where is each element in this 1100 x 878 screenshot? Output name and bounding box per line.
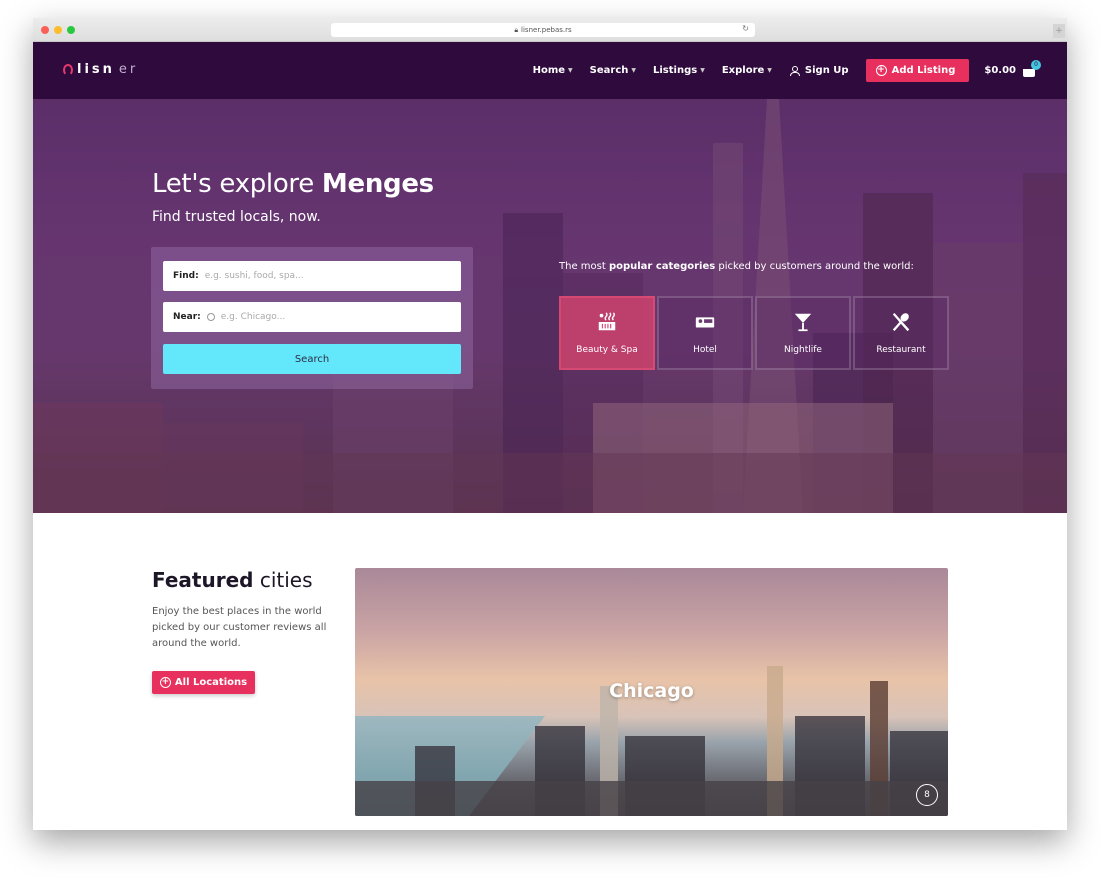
all-locations-label: All Locations (174, 677, 248, 688)
featured-title-rest: cities (253, 568, 313, 592)
new-tab-button[interactable]: + (1053, 24, 1065, 38)
category-restaurant[interactable]: Restaurant (853, 296, 949, 370)
city-listing-count: 8 (916, 784, 938, 806)
featured-description: Enjoy the best places in the world picke… (152, 606, 327, 649)
bed-icon (695, 317, 715, 328)
hero-title: Let's explore Menges (152, 169, 434, 199)
url-text: lisner.pebas.rs (521, 26, 572, 34)
category-list: Beauty & Spa Hotel Nightlife Restaurant (559, 296, 949, 370)
nav-item-listings[interactable]: Listings ▼ (653, 65, 705, 76)
shopping-basket-icon (1023, 69, 1035, 77)
site-logo[interactable]: lisn er (63, 62, 138, 77)
main-nav: Home ▼ Search ▼ Listings ▼ Explore ▼ Sign Up… (516, 59, 1041, 82)
lock-icon: 🔒︎ (514, 25, 519, 34)
near-placeholder: e.g. Chicago... (220, 312, 286, 322)
logo-text-main: lisn (77, 62, 115, 77)
location-icon[interactable] (206, 313, 215, 321)
close-window-button[interactable] (41, 26, 49, 34)
cart-count-badge: 0 (1031, 60, 1041, 70)
city-name: Chicago (609, 680, 694, 702)
city-card-chicago[interactable]: Chicago 8 (355, 568, 948, 816)
near-field[interactable]: Near: e.g. Chicago... (163, 302, 461, 332)
cart-total[interactable]: $0.00 (984, 65, 1016, 76)
all-locations-button[interactable]: + All Locations (152, 671, 255, 694)
logo-mark-icon (63, 63, 73, 76)
near-label: Near: (173, 312, 201, 322)
popular-bold: popular categories (608, 261, 716, 272)
nav-label: Explore (721, 65, 765, 76)
plus-circle-icon: + (159, 677, 171, 688)
spa-icon (598, 312, 616, 331)
category-label: Hotel (693, 345, 717, 355)
window-controls (41, 26, 75, 34)
hero-title-bold: Menges (321, 169, 434, 199)
reload-icon[interactable]: ↻ (742, 24, 749, 33)
find-placeholder: e.g. sushi, food, spa... (204, 271, 304, 281)
nav-item-explore[interactable]: Explore ▼ (722, 65, 772, 76)
minimize-window-button[interactable] (54, 26, 62, 34)
logo-text-end: er (118, 62, 139, 77)
maximize-window-button[interactable] (67, 26, 75, 34)
add-listing-label: Add Listing (891, 65, 956, 76)
popular-suffix: picked by customers around the world: (715, 261, 914, 272)
category-label: Restaurant (876, 345, 926, 355)
category-label: Beauty & Spa (576, 345, 638, 355)
add-listing-button[interactable]: + Add Listing (865, 59, 970, 82)
hero-title-prefix: Let's explore (152, 169, 322, 199)
featured-title-bold: Featured (152, 568, 254, 592)
sign-up-label: Sign Up (804, 65, 849, 76)
category-nightlife[interactable]: Nightlife (755, 296, 851, 370)
hero-subtitle: Find trusted locals, now. (152, 209, 321, 225)
chevron-down-icon: ▼ (568, 67, 573, 74)
nav-label: Search (589, 65, 629, 76)
featured-title: Featured cities (152, 568, 313, 592)
category-beauty-spa[interactable]: Beauty & Spa (559, 296, 655, 370)
nav-label: Home (532, 65, 566, 76)
address-bar[interactable]: 🔒︎ lisner.pebas.rs ↻ (331, 23, 755, 37)
cart-button[interactable]: 0 (1023, 60, 1041, 77)
site-header: lisn er Home ▼ Search ▼ Listings ▼ Explore ▼ … (33, 42, 1067, 99)
popular-prefix: The most (559, 261, 609, 272)
nav-label: Listings (653, 65, 698, 76)
chevron-down-icon: ▼ (767, 67, 772, 74)
featured-cities-section: Featured cities Enjoy the best places in… (33, 513, 1067, 830)
cocktail-icon (794, 313, 812, 332)
sign-up-link[interactable]: Sign Up (789, 65, 849, 76)
search-button[interactable]: Search (163, 344, 461, 374)
nav-item-search[interactable]: Search ▼ (590, 65, 636, 76)
find-field[interactable]: Find: e.g. sushi, food, spa... (163, 261, 461, 291)
plus-circle-icon: + (875, 65, 887, 76)
search-form: Find: e.g. sushi, food, spa... Near: e.g… (151, 247, 473, 389)
utensils-icon (892, 312, 910, 332)
find-label: Find: (173, 271, 199, 281)
chevron-down-icon: ▼ (631, 67, 636, 74)
user-icon (789, 65, 800, 76)
hero-section: Let's explore Menges Find trusted locals… (33, 99, 1067, 513)
browser-window: 🔒︎ lisner.pebas.rs ↻ + lisn er Home ▼ Sear… (33, 18, 1067, 830)
chevron-down-icon: ▼ (700, 67, 705, 74)
nav-item-home[interactable]: Home ▼ (533, 65, 573, 76)
popular-categories-text: The most popular categories picked by cu… (559, 261, 914, 272)
browser-chrome: 🔒︎ lisner.pebas.rs ↻ + (33, 18, 1067, 42)
category-label: Nightlife (784, 345, 822, 355)
skyline-building (355, 781, 948, 816)
category-hotel[interactable]: Hotel (657, 296, 753, 370)
